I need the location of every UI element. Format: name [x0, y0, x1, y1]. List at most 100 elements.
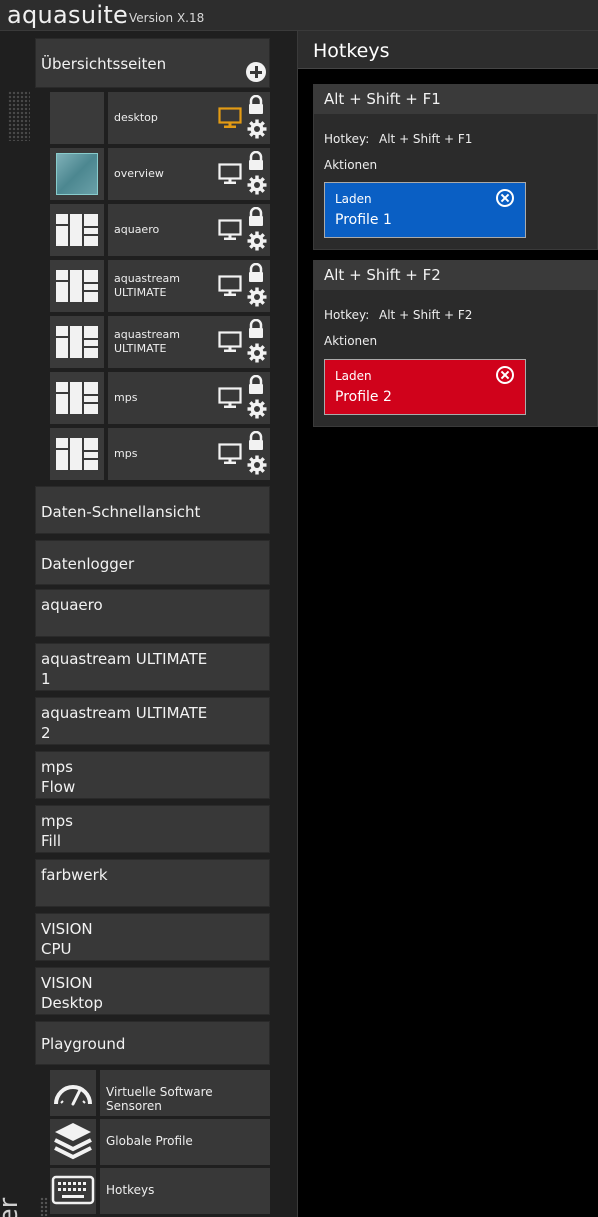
sidebar-item-sublabel: Desktop — [41, 994, 103, 1012]
lock-icon[interactable] — [247, 319, 265, 339]
sidebar-item-vision-desktop[interactable]: VISION Desktop — [35, 967, 270, 1015]
sidebar-item-label: VISION — [41, 974, 93, 992]
sidebar-item-label: Playground — [41, 1035, 126, 1053]
sidebar-item-aquaero[interactable]: aquaero — [35, 589, 270, 637]
page-label: mps — [114, 391, 138, 404]
gear-icon[interactable] — [247, 455, 267, 475]
sidebar-item-aquastream-1[interactable]: aquastream ULTIMATE 1 — [35, 643, 270, 691]
page-thumbnail[interactable] — [50, 92, 104, 144]
monitor-icon[interactable] — [218, 219, 242, 241]
main-header: Hotkeys — [298, 31, 598, 69]
monitor-icon[interactable] — [218, 331, 242, 353]
lock-icon[interactable] — [247, 375, 265, 395]
tool-label: Hotkeys — [106, 1183, 155, 1197]
drag-handle[interactable] — [8, 91, 30, 141]
overview-page-item[interactable]: mps — [108, 428, 270, 480]
hotkey-card-header[interactable]: Alt + Shift + F1 — [314, 85, 598, 114]
app-version: Version X.18 — [129, 11, 205, 25]
drag-handle[interactable] — [40, 1197, 48, 1217]
sidebar-item-aquastream-2[interactable]: aquastream ULTIMATE 2 — [35, 697, 270, 745]
title-bar: aquasuite Version X.18 — [0, 0, 598, 31]
monitor-icon[interactable] — [218, 387, 242, 409]
page-thumbnail[interactable] — [50, 260, 104, 312]
hotkey-card: Alt + Shift + F2 Hotkey: Alt + Shift + F… — [313, 260, 598, 427]
action-target: Profile 2 — [335, 389, 392, 405]
sidebar-item-virtual-sensors[interactable]: Virtuelle Software Sensoren — [100, 1070, 270, 1116]
overview-page-item[interactable]: desktop — [108, 92, 270, 144]
tool-label: Globale Profile — [106, 1134, 193, 1148]
hotkey-title: Alt + Shift + F2 — [324, 266, 441, 284]
lock-icon[interactable] — [247, 431, 265, 451]
action-type: Laden — [335, 369, 372, 383]
page-title: Hotkeys — [313, 40, 390, 62]
sidebar-item-sublabel: Flow — [41, 778, 76, 796]
layers-icon[interactable] — [50, 1119, 96, 1165]
sidebar-item-sublabel: 1 — [41, 670, 51, 688]
page-label: aquaero — [114, 223, 160, 236]
page-thumbnail[interactable] — [50, 204, 104, 256]
overview-page-item[interactable]: overview — [108, 148, 270, 200]
sidebar-item-vision-cpu[interactable]: VISION CPU — [35, 913, 270, 961]
page-label: overview — [114, 167, 164, 180]
action-type: Laden — [335, 192, 372, 206]
page-thumbnail[interactable] — [50, 148, 104, 200]
monitor-icon[interactable] — [218, 107, 242, 129]
sidebar-item-farbwerk[interactable]: farbwerk — [35, 859, 270, 907]
sidebar-item-datalogger[interactable]: Datenlogger — [35, 540, 270, 585]
action-tile[interactable]: Laden Profile 1 — [324, 182, 526, 238]
overview-pages-label: Übersichtsseiten — [41, 55, 167, 73]
overview-page-item[interactable]: aquastream ULTIMATE — [108, 260, 270, 312]
action-tile[interactable]: Laden Profile 2 — [324, 359, 526, 415]
sidebar-item-label: mps — [41, 812, 73, 830]
sidebar-item-playground[interactable]: Playground — [35, 1021, 270, 1065]
page-label: mps — [114, 447, 138, 460]
hotkey-card-header[interactable]: Alt + Shift + F2 — [314, 261, 598, 290]
gear-icon[interactable] — [247, 399, 267, 419]
sidebar-item-label: aquastream ULTIMATE — [41, 650, 208, 668]
keyboard-icon[interactable] — [50, 1168, 96, 1214]
page-label: aquastream ULTIMATE — [114, 272, 180, 299]
sidebar-item-label: aquastream ULTIMATE — [41, 704, 208, 722]
monitor-icon[interactable] — [218, 275, 242, 297]
sidebar-item-sublabel: 2 — [41, 724, 51, 742]
remove-action-icon[interactable] — [496, 189, 514, 207]
hotkey-title: Alt + Shift + F1 — [324, 90, 441, 108]
sidebar-item-label: VISION — [41, 920, 93, 938]
gear-icon[interactable] — [247, 343, 267, 363]
hotkey-value[interactable]: Alt + Shift + F2 — [379, 308, 472, 322]
lock-icon[interactable] — [247, 207, 265, 227]
gauge-icon[interactable] — [50, 1070, 96, 1116]
add-page-icon[interactable] — [246, 62, 266, 82]
overview-page-item[interactable]: aquastream ULTIMATE — [108, 316, 270, 368]
gear-icon[interactable] — [247, 231, 267, 251]
sidebar-item-sublabel: Fill — [41, 832, 62, 850]
page-thumbnail[interactable] — [50, 372, 104, 424]
lock-icon[interactable] — [247, 263, 265, 283]
sidebar-vertical-label: uter — [0, 1198, 24, 1217]
sidebar-item-global-profiles[interactable]: Globale Profile — [100, 1119, 270, 1165]
remove-action-icon[interactable] — [496, 366, 514, 384]
sidebar-item-sublabel: CPU — [41, 940, 72, 958]
sidebar-item-hotkeys[interactable]: Hotkeys — [100, 1168, 270, 1214]
tool-label: Virtuelle Software Sensoren — [106, 1085, 213, 1113]
sidebar-item-mps-fill[interactable]: mps Fill — [35, 805, 270, 853]
hotkey-value[interactable]: Alt + Shift + F1 — [379, 132, 472, 146]
page-thumbnail[interactable] — [50, 316, 104, 368]
sidebar-item-data-quickview[interactable]: Daten-Schnellansicht — [35, 486, 270, 534]
gear-icon[interactable] — [247, 175, 267, 195]
lock-icon[interactable] — [247, 95, 265, 115]
page-thumbnail[interactable] — [50, 428, 104, 480]
monitor-icon[interactable] — [218, 163, 242, 185]
hotkey-label: Hotkey: — [324, 132, 370, 146]
lock-icon[interactable] — [247, 151, 265, 171]
gear-icon[interactable] — [247, 119, 267, 139]
overview-page-item[interactable]: mps — [108, 372, 270, 424]
actions-label: Aktionen — [324, 158, 378, 172]
overview-pages-group[interactable]: Übersichtsseiten — [35, 38, 270, 88]
overview-page-item[interactable]: aquaero — [108, 204, 270, 256]
hotkey-label: Hotkey: — [324, 308, 370, 322]
gear-icon[interactable] — [247, 287, 267, 307]
page-label: aquastream ULTIMATE — [114, 328, 180, 355]
monitor-icon[interactable] — [218, 443, 242, 465]
sidebar-item-mps-flow[interactable]: mps Flow — [35, 751, 270, 799]
